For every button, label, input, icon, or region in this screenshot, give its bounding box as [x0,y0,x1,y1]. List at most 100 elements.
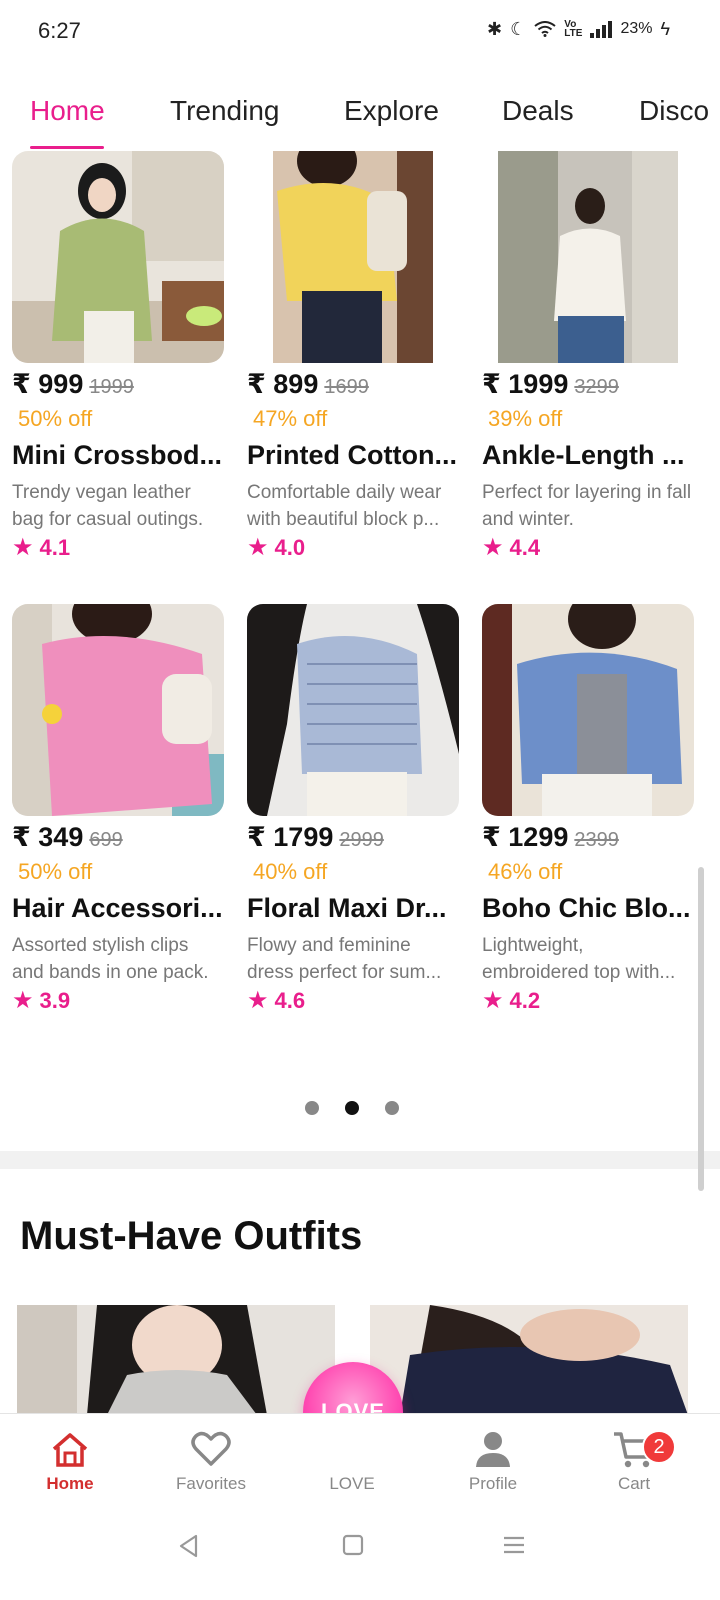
product-title[interactable]: Mini Crossbod... [12,440,224,471]
status-time: 6:27 [38,18,81,43]
tab-home[interactable]: Home [30,95,105,137]
rating-value: 3.9 [39,988,71,1013]
product-title[interactable]: Floral Maxi Dr... [247,893,459,924]
rating: ★ 4.6 [247,988,459,1014]
star-icon: ★ [247,534,269,561]
section-title: Must-Have Outfits [20,1214,363,1258]
star-icon: ★ [247,987,269,1014]
recents-menu-icon[interactable] [502,1533,526,1562]
carousel-dot[interactable] [385,1101,399,1115]
carousel-dot[interactable] [305,1101,319,1115]
rating-value: 4.2 [509,988,541,1013]
product-image[interactable] [482,604,694,816]
product-card[interactable]: ₹ 349 699 50% off Hair Accessori... Asso… [12,604,224,1014]
nav-cart-label: Cart [617,1474,651,1493]
product-image[interactable] [12,151,224,363]
original-price: 1999 [89,376,134,398]
nav-love[interactable]: LOVE [282,1426,422,1494]
outfit-card[interactable] [17,1305,335,1415]
product-description: Flowy and feminine dress perfect for sum… [247,935,442,983]
discount-label: 47% off [253,406,328,431]
product-title[interactable]: Boho Chic Blo... [482,893,694,924]
original-price: 1699 [324,376,369,398]
product-image[interactable] [12,604,224,816]
signal-icon [590,20,613,38]
discount-label: 50% off [18,406,93,431]
cart-count-badge: 2 [642,1430,676,1464]
active-tab-indicator [30,146,104,149]
rating-value: 4.0 [274,535,306,560]
nav-home-label: Home [46,1474,94,1493]
charging-icon: ϟ [660,19,670,39]
home-square-icon[interactable] [341,1533,365,1562]
carousel-indicator [305,1101,399,1115]
product-description: Assorted stylish clips and bands in one … [12,935,209,983]
price-row: ₹ 1799 2999 [247,822,459,853]
discount-label: 39% off [488,406,563,431]
bluetooth-icon: ✱ [487,19,503,39]
person-icon [423,1426,563,1472]
section-divider [0,1151,720,1169]
product-card[interactable]: ₹ 1299 2399 46% off Boho Chic Blo... Lig… [482,604,694,1014]
product-card[interactable]: ₹ 899 1699 47% off Printed Cotton... Com… [247,151,459,561]
home-icon [0,1426,140,1472]
product-card[interactable]: ₹ 1799 2999 40% off Floral Maxi Dr... Fl… [247,604,459,1014]
price-row: ₹ 349 699 [12,822,224,853]
outfit-card[interactable] [370,1305,688,1415]
cart-icon [564,1426,704,1472]
nav-cart[interactable]: 2 Cart [564,1426,704,1494]
original-price: 2399 [574,829,619,851]
rating: ★ 4.0 [247,535,459,561]
rating-value: 4.1 [39,535,71,560]
price-row: ₹ 1299 2399 [482,822,694,853]
rating: ★ 4.4 [482,535,694,561]
price-row: ₹ 899 1699 [247,369,459,400]
tab-deals[interactable]: Deals [502,95,574,137]
carousel-dot-active[interactable] [345,1101,359,1115]
product-card[interactable]: ₹ 999 1999 50% off Mini Crossbod... Tren… [12,151,224,561]
tab-discover[interactable]: Disco [639,95,709,137]
scrollbar[interactable] [698,867,704,1191]
volte-icon: Vo LTE [564,19,583,39]
original-price: 699 [89,829,123,851]
back-icon[interactable] [176,1533,202,1564]
rating-value: 4.4 [509,535,541,560]
product-description: Perfect for layering in fall and winter. [482,482,692,530]
outfit-image [370,1305,688,1415]
price: ₹ 1799 [247,822,334,852]
nav-profile[interactable]: Profile [423,1426,563,1494]
nav-home[interactable]: Home [0,1426,140,1494]
product-image[interactable] [482,151,694,363]
battery-level: 23% [620,20,653,37]
status-bar: 6:27 ✱ ☾ Vo LTE 23% ϟ [0,0,720,62]
original-price: 3299 [574,376,619,398]
product-title[interactable]: Hair Accessori... [12,893,224,924]
star-icon: ★ [12,987,34,1014]
bottom-navigation: Home Favorites LOVE Profile 2 Cart [0,1413,720,1513]
status-icons: ✱ ☾ Vo LTE 23% ϟ [487,19,670,39]
discount-label: 50% off [18,859,93,884]
price-row: ₹ 999 1999 [12,369,224,400]
nav-favorites[interactable]: Favorites [141,1426,281,1494]
product-image[interactable] [247,604,459,816]
tab-explore[interactable]: Explore [344,95,439,137]
price: ₹ 1299 [482,822,569,852]
star-icon: ★ [482,987,504,1014]
wifi-icon [534,21,556,37]
price: ₹ 1999 [482,369,569,399]
price: ₹ 999 [12,369,84,399]
product-title[interactable]: Printed Cotton... [247,440,459,471]
product-card[interactable]: ₹ 1999 3299 39% off Ankle-Length ... Per… [482,151,694,561]
tab-trending[interactable]: Trending [170,95,279,137]
price: ₹ 349 [12,822,84,852]
product-title[interactable]: Ankle-Length ... [482,440,694,471]
star-icon: ★ [482,534,504,561]
system-navigation-bar [0,1513,720,1600]
nav-love-label: LOVE [329,1474,375,1493]
product-image[interactable] [247,151,459,363]
discount-label: 46% off [488,859,563,884]
discount-label: 40% off [253,859,328,884]
price-row: ₹ 1999 3299 [482,369,694,400]
moon-icon: ☾ [510,19,527,39]
rating: ★ 4.2 [482,988,694,1014]
